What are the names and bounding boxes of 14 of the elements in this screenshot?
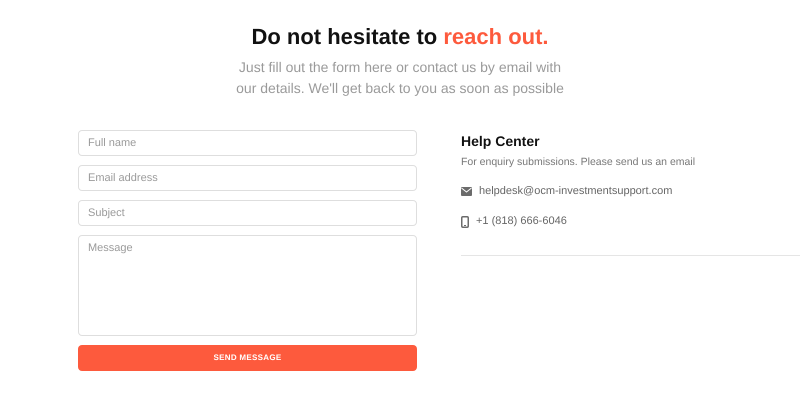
input-field[interactable]: Email address [78, 165, 417, 191]
phone-icon [461, 216, 469, 228]
page-heading: Do not hesitate to reach out. [251, 23, 549, 51]
contact-text: helpdesk@ocm-investmentsupport.com [479, 184, 672, 199]
envelope-icon [461, 187, 472, 196]
contact-text: +1 (818) 666-6046 [476, 214, 567, 229]
input-field[interactable]: Full name [78, 130, 417, 156]
help-description: For enquiry submissions. Please send us an email [461, 155, 696, 169]
subtitle-line: Just fill out the form here or contact us by email with [238, 58, 562, 77]
input-field[interactable]: Subject [78, 200, 417, 226]
help-title: Help Center [461, 132, 541, 150]
message-field[interactable]: Message [78, 235, 417, 336]
subtitle-line: our details. We'll get back to you as soon as possible [236, 79, 564, 98]
send-button[interactable]: SEND MESSAGE [78, 345, 417, 371]
